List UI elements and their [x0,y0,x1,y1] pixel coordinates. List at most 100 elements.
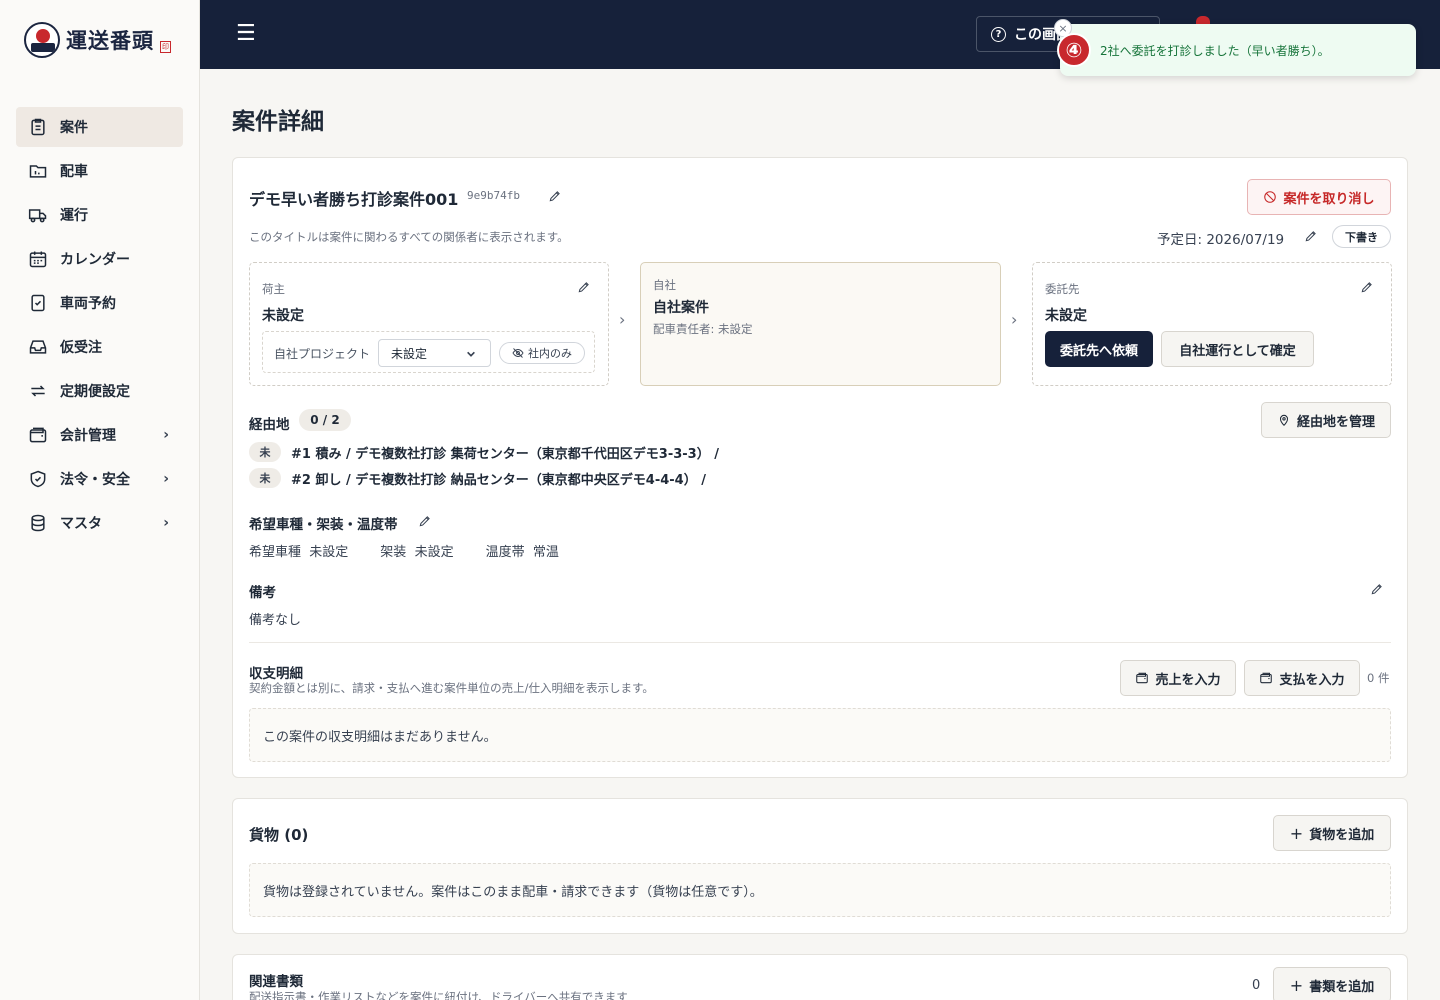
inbox-icon [29,340,47,354]
sidebar-item-label: 運行 [60,208,88,224]
case-title: デモ早い者勝ち打診案件001 [249,190,459,209]
edit-shipper-pencil-icon[interactable] [577,280,591,294]
edit-contractor-pencil-icon[interactable] [1360,280,1374,294]
add-document-button[interactable]: + 書類を追加 [1273,967,1391,1000]
own-label: 自社 [653,278,676,292]
cargo-empty-state: 貨物は登録されていません。案件はこのまま配車・請求できます（貨物は任意です）。 [249,863,1391,917]
request-contractor-button[interactable]: 委託先へ依頼 [1045,331,1153,367]
finance-empty-state: この案件の収支明細はまだありません。 [249,708,1391,762]
eye-off-icon [512,348,524,358]
confirm-self-operation-button[interactable]: 自社運行として確定 [1161,331,1314,367]
enter-sales-label: 売上を入力 [1155,672,1221,688]
waypoint-row[interactable]: 未 #2 卸し / デモ複数社打診 納品センター（東京都中央区デモ4-4-4） … [249,468,706,488]
chevron-right-icon: › [163,471,169,487]
sidebar-item-accounting[interactable]: 会計管理 › [16,415,183,455]
waypoints-title: 経由地 [249,417,290,433]
contractor-label: 委託先 [1045,282,1080,296]
sidebar-item-calendar[interactable]: カレンダー [16,239,183,279]
vehicle-type-label: 希望車種 [249,545,302,560]
page-title: 案件詳細 [232,109,324,135]
sidebar-item-dispatch[interactable]: 配車 [16,151,183,191]
vehicle-type-value: 未設定 [309,545,349,560]
sidebar-nav: 案件 配車 運行 カレンダー 車両予約 仮受注 定期便設定 会計管理 › 法令・… [16,107,183,547]
ban-icon [1264,191,1277,203]
documents-hint: 配送指示書・作業リストなどを案件に紐付け、ドライバーへ共有できます [249,990,628,1000]
edit-vehicle-pencil-icon[interactable] [418,514,432,528]
documents-title: 関連書類 [249,974,303,990]
shield-icon [30,470,46,488]
enter-payment-label: 支払を入力 [1279,672,1345,688]
wallet-icon [1136,672,1149,684]
sidebar-item-label: 配車 [60,164,88,180]
add-cargo-label: 貨物を追加 [1309,827,1375,843]
cancel-case-button[interactable]: 案件を取り消し [1247,179,1391,215]
own-value: 自社案件 [653,300,709,316]
cargo-card: 貨物 (0) + 貨物を追加 貨物は登録されていません。案件はこのまま配車・請求… [232,798,1408,934]
edit-title-pencil-icon[interactable] [548,189,562,203]
manage-waypoints-button[interactable]: 経由地を管理 [1261,402,1391,438]
step-badge: ④ [1057,33,1091,67]
clipboard-icon [31,118,45,136]
documents-count: 0 [1252,978,1261,993]
vehicle-temp-value: 常温 [532,545,559,560]
app-logo[interactable]: 運送番頭 印 [24,22,171,58]
case-card: デモ早い者勝ち打診案件001 9e9b74fb 案件を取り消し このタイトルは案… [232,157,1408,778]
divider [249,642,1391,643]
wallet-icon [1260,672,1273,684]
edit-notes-pencil-icon[interactable] [1370,582,1384,596]
plus-icon: + [1289,823,1304,843]
sidebar-item-label: 案件 [60,120,88,136]
project-select[interactable]: 未設定 [378,339,491,367]
contractor-panel: 委託先 未設定 委託先へ依頼 自社運行として確定 [1032,262,1392,386]
project-select-value: 未設定 [391,346,428,361]
wallet-icon [29,427,47,443]
chevron-right-icon: › [163,515,169,531]
shipper-label: 荷主 [262,282,285,296]
sidebar-item-label: 車両予約 [60,296,116,312]
sidebar-item-label: 仮受注 [60,340,102,356]
vehicle-body-label: 架装 [380,545,407,560]
sidebar-item-master[interactable]: マスタ › [16,503,183,543]
project-row: 自社プロジェクト 未設定 社内のみ [262,331,595,373]
waypoint-row[interactable]: 未 #1 積み / デモ複数社打診 集荷センター（東京都千代田区デモ3-3-3）… [249,442,719,462]
sidebar-item-provisional-orders[interactable]: 仮受注 [16,327,183,367]
notes-title: 備考 [249,585,276,601]
vehicle-body-value: 未設定 [414,545,454,560]
cargo-title: 貨物 (0) [249,826,309,844]
sidebar-item-scheduled-routes[interactable]: 定期便設定 [16,371,183,411]
notes-value: 備考なし [249,613,302,628]
sidebar-item-label: 定期便設定 [60,384,130,400]
help-icon: ? [991,26,1006,42]
enter-payment-button[interactable]: 支払を入力 [1244,660,1360,696]
logo-seal: 印 [160,41,171,53]
checklist-icon [31,294,45,312]
sidebar-item-compliance[interactable]: 法令・安全 › [16,459,183,499]
waypoint-text: #2 卸し / デモ複数社打診 納品センター（東京都中央区デモ4-4-4） / [291,472,706,488]
chevron-down-icon [467,351,475,357]
finance-count: 0 件 [1367,671,1390,685]
sidebar-item-cases[interactable]: 案件 [16,107,183,147]
enter-sales-button[interactable]: 売上を入力 [1120,660,1236,696]
logo-text: 運送番頭 [66,28,154,53]
map-pin-icon [1279,414,1289,426]
sidebar-item-label: カレンダー [60,252,130,268]
project-label: 自社プロジェクト [274,347,371,361]
add-cargo-button[interactable]: + 貨物を追加 [1273,815,1391,851]
internal-only-toggle[interactable]: 社内のみ [499,342,585,364]
waypoint-status-tag: 未 [249,442,281,462]
sidebar-item-operations[interactable]: 運行 [16,195,183,235]
sidebar: 運送番頭 印 案件 配車 運行 カレンダー 車両予約 仮受注 定期便設定 会計管… [0,0,200,1000]
internal-only-label: 社内のみ [528,347,572,360]
finance-hint: 契約金額とは別に、請求・支払へ進む案件単位の売上/仕入明細を表示します。 [249,681,654,695]
vehicle-title: 希望車種・架装・温度帯 [249,517,398,533]
sidebar-item-vehicle-booking[interactable]: 車両予約 [16,283,183,323]
title-hint: このタイトルは案件に関わるすべての関係者に表示されます。 [249,230,569,244]
toast-message: 2社へ委託を打診しました（早い者勝ち）。 [1100,43,1330,58]
menu-icon[interactable]: ☰ [236,22,256,46]
own-company-panel: 自社 自社案件 配車責任者: 未設定 [640,262,1001,386]
truck-icon [28,209,47,223]
status-badge: 下書き [1332,225,1391,248]
scheduled-date: 予定日: 2026/07/19 [1157,232,1285,248]
edit-date-pencil-icon[interactable] [1304,229,1318,243]
finance-title: 収支明細 [249,666,303,682]
